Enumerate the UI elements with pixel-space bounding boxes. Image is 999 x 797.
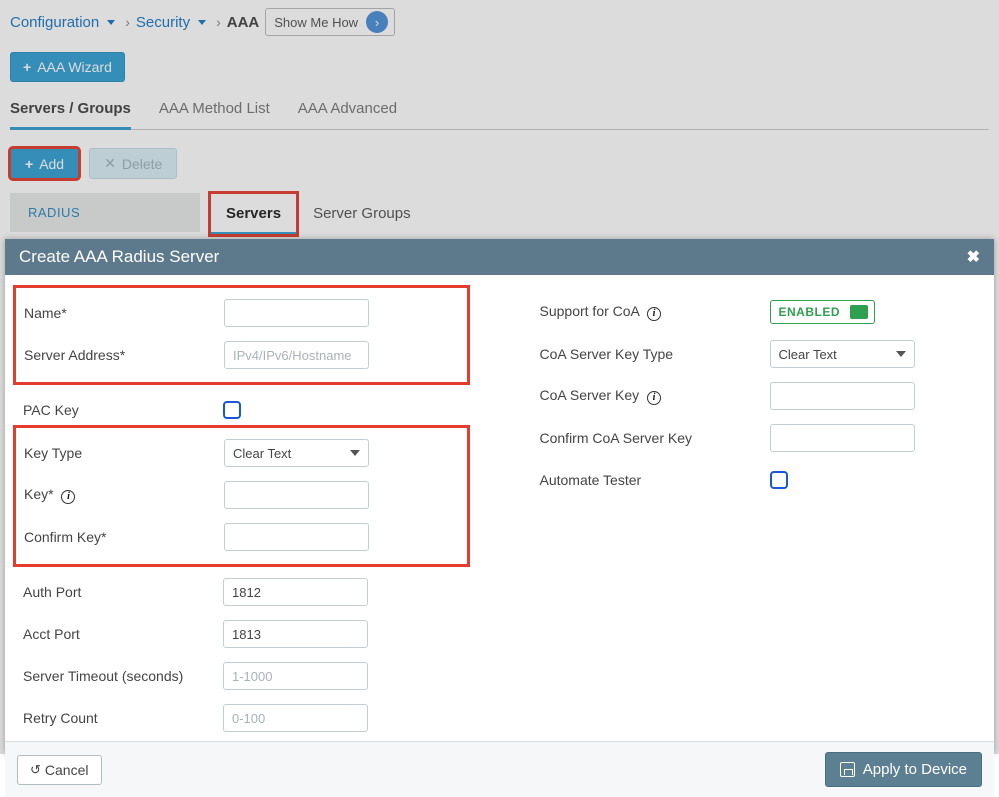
add-label: Add [39,156,64,172]
arrow-right-icon: › [366,11,388,33]
label-coa-key: CoA Server Key i [540,387,770,405]
label-server-address: Server Address* [24,347,224,363]
modal-create-radius-server: Create AAA Radius Server ✖ Name* Server … [5,239,994,754]
coa-key-type-select[interactable]: Clear Text [770,340,915,368]
modal-header: Create AAA Radius Server ✖ [5,239,994,275]
save-icon [840,762,855,777]
label-confirm-coa-key: Confirm CoA Server Key [540,430,770,446]
highlight-group-key: Key Type Clear Text Key* i Confirm Key* [13,425,470,567]
tab-servers-groups[interactable]: Servers / Groups [10,96,131,130]
toolbar: + Add ✕ Delete [10,148,989,179]
apply-to-device-button[interactable]: Apply to Device [825,752,982,787]
label-auth-port: Auth Port [23,584,223,600]
label-key-type: Key Type [24,445,224,461]
retry-count-input[interactable] [223,704,368,732]
left-nav: RADIUS [10,193,200,235]
info-icon[interactable]: i [647,307,661,321]
label-server-timeout: Server Timeout (seconds) [23,668,223,684]
chevron-right-icon: › [216,14,221,30]
server-timeout-input[interactable] [223,662,368,690]
aaa-wizard-label: AAA Wizard [37,59,112,75]
cancel-button[interactable]: ↺ Cancel [17,755,102,785]
caret-down-icon [107,20,115,25]
caret-down-icon [198,20,206,25]
auth-port-input[interactable] [223,578,368,606]
label-pac-key: PAC Key [23,402,223,418]
undo-icon: ↺ [30,762,41,778]
chevron-down-icon [350,450,360,456]
chevron-right-icon: › [125,14,130,30]
automate-tester-checkbox[interactable] [770,471,788,489]
breadcrumb-security[interactable]: Security [136,14,190,31]
label-confirm-key: Confirm Key* [24,529,224,545]
info-icon[interactable]: i [647,391,661,405]
label-coa-key-type: CoA Server Key Type [540,346,770,362]
page-content: Configuration › Security › AAA Show Me H… [0,0,999,235]
form-left-column: Name* Server Address* PAC Key Key Type C… [23,293,460,741]
enabled-label: ENABLED [779,305,841,319]
tab-method-list[interactable]: AAA Method List [159,96,270,129]
sub-tab-servers[interactable]: Servers [210,193,297,235]
add-button[interactable]: + Add [10,148,79,179]
breadcrumb: Configuration › Security › AAA Show Me H… [10,4,989,46]
left-nav-radius[interactable]: RADIUS [10,193,200,232]
label-acct-port: Acct Port [23,626,223,642]
delete-label: Delete [122,156,162,172]
modal-footer: ↺ Cancel Apply to Device [5,741,994,797]
label-key: Key* i [24,486,224,504]
cancel-label: Cancel [45,762,89,778]
confirm-coa-key-input[interactable] [770,424,915,452]
content-row: RADIUS Servers Server Groups [10,193,989,235]
key-input[interactable] [224,481,369,509]
right-area: Servers Server Groups [200,193,989,235]
label-automate-tester: Automate Tester [540,472,770,488]
highlight-group-name-address: Name* Server Address* [13,285,470,385]
modal-body: Name* Server Address* PAC Key Key Type C… [5,275,994,741]
sub-tab-server-groups[interactable]: Server Groups [297,193,427,235]
key-type-value: Clear Text [233,446,291,461]
apply-label: Apply to Device [863,761,967,778]
label-retry-count: Retry Count [23,710,223,726]
show-me-how-button[interactable]: Show Me How › [265,8,395,36]
close-icon: ✕ [104,155,116,172]
acct-port-input[interactable] [223,620,368,648]
name-input[interactable] [224,299,369,327]
coa-key-type-value: Clear Text [779,347,837,362]
delete-button[interactable]: ✕ Delete [89,148,177,179]
label-support-coa: Support for CoA i [540,303,770,321]
label-name: Name* [24,305,224,321]
key-type-select[interactable]: Clear Text [224,439,369,467]
close-icon[interactable]: ✖ [967,247,980,267]
support-coa-toggle[interactable]: ENABLED [770,300,876,324]
show-me-how-label: Show Me How [274,15,358,30]
chevron-down-icon [896,351,906,357]
coa-key-input[interactable] [770,382,915,410]
info-icon[interactable]: i [61,490,75,504]
form-right-column: Support for CoA i ENABLED CoA Server Key… [460,293,977,741]
sub-tabs: Servers Server Groups [210,193,989,235]
modal-title: Create AAA Radius Server [19,247,219,267]
plus-icon: + [25,156,33,172]
tab-advanced[interactable]: AAA Advanced [298,96,397,129]
plus-icon: + [23,59,31,75]
aaa-wizard-button[interactable]: + AAA Wizard [10,52,125,82]
confirm-key-input[interactable] [224,523,369,551]
server-address-input[interactable] [224,341,369,369]
breadcrumb-configuration[interactable]: Configuration [10,14,99,31]
toggle-switch-icon [850,305,868,319]
top-tabs: Servers / Groups AAA Method List AAA Adv… [10,96,989,130]
pac-key-checkbox[interactable] [223,401,241,419]
breadcrumb-aaa: AAA [227,14,260,31]
